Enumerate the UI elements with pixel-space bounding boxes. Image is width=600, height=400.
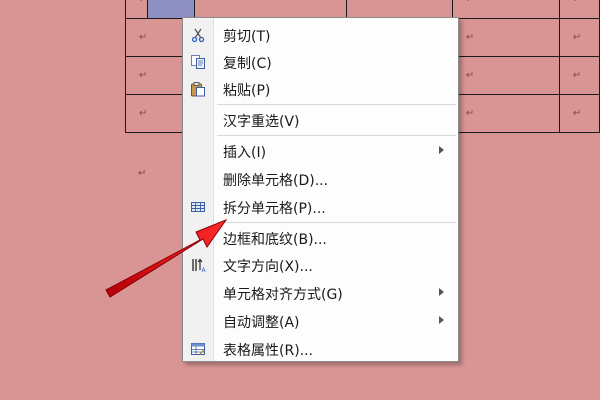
annotation-arrow [105, 218, 228, 298]
